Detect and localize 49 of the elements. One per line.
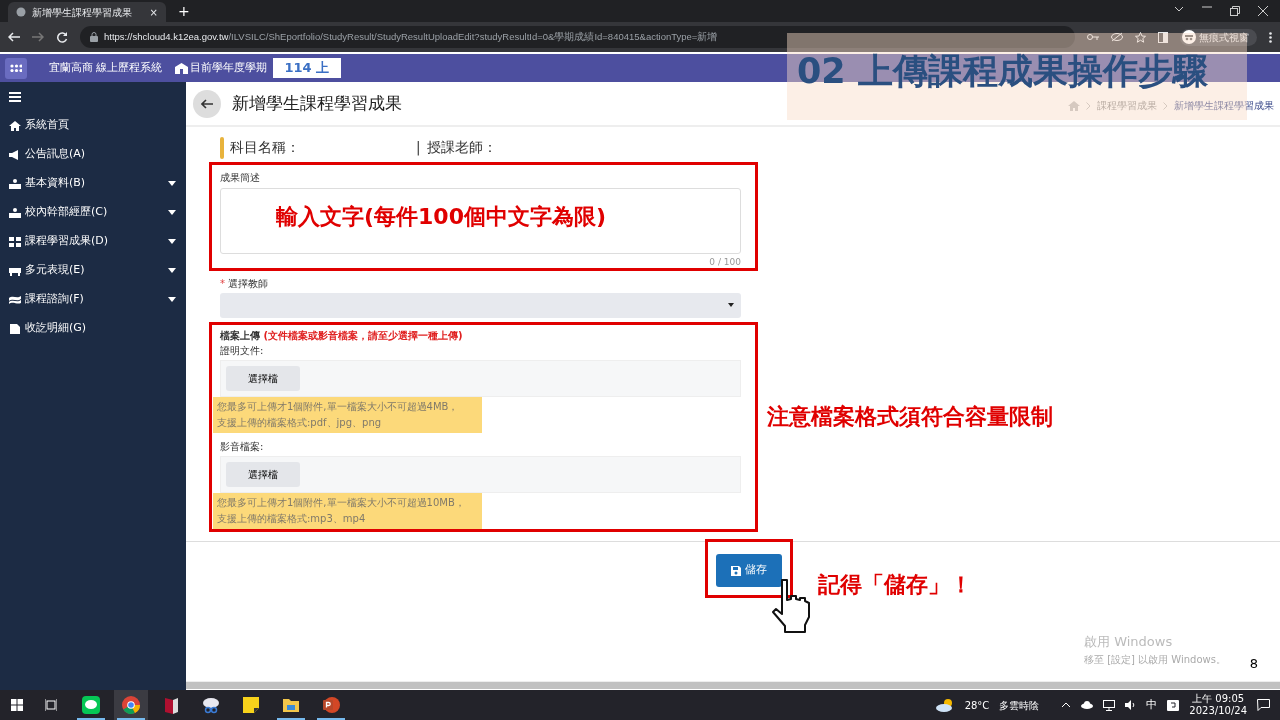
format-hint: 支援上傳的檔案格式:pdf、jpg、png bbox=[217, 416, 383, 430]
new-tab-button[interactable]: + bbox=[178, 0, 190, 22]
address-bar[interactable]: https://shcloud4.k12ea.gov.tw/ILVSILC/ShEportfolio/StudyResult/StudyResultUploadEdit?studyResultId=0&學期成績Id=840415&actionType=新增 bbox=[80, 26, 1075, 48]
annotation-text: 記得「儲存」！ bbox=[818, 571, 972, 599]
sidebar-item[interactable]: 課程學習成果(D) bbox=[0, 227, 186, 256]
file-input[interactable]: 選擇檔 bbox=[220, 456, 741, 493]
sidebar-item[interactable]: 課程諮詢(F) bbox=[0, 285, 186, 314]
upload-label: 檔案上傳 (文件檔案或影音檔案，請至少選擇一種上傳) bbox=[220, 329, 464, 343]
choose-file-button[interactable]: 選擇檔 bbox=[226, 462, 300, 487]
breadcrumb-current: 新增學生課程學習成果 bbox=[1174, 99, 1274, 113]
format-hint: 支援上傳的檔案格式:mp3、mp4 bbox=[217, 512, 367, 526]
clock[interactable]: 上午 09:05 2023/10/24 bbox=[1189, 693, 1247, 717]
field-label: 影音檔案: bbox=[220, 440, 265, 454]
subject-label: 科目名稱： bbox=[230, 138, 301, 158]
file-input[interactable]: 選擇檔 bbox=[220, 360, 741, 397]
sidebar-item[interactable]: 校內幹部經歷(C) bbox=[0, 198, 186, 227]
temperature[interactable]: 28°C bbox=[964, 697, 990, 713]
sidebar-item[interactable]: 多元表現(E) bbox=[0, 256, 186, 285]
upload-hint: 您最多可上傳才1個附件,單一檔案大小不可超過4MB， bbox=[217, 400, 460, 414]
annotation-text: 注意檔案格式須符合容量限制 bbox=[767, 403, 1053, 431]
required-mark: * bbox=[220, 277, 225, 291]
slide-title: 02 上傳課程成果操作步驟 bbox=[797, 51, 1208, 91]
sidebar-item[interactable]: 基本資料(B) bbox=[0, 169, 186, 198]
activation-title: 啟用 Windows bbox=[1084, 633, 1174, 651]
annotation-text: 輸入文字(每件100個中文字為限) bbox=[276, 203, 607, 231]
save-button[interactable]: 儲存 bbox=[716, 554, 782, 587]
term-value: 114 上 bbox=[272, 58, 342, 78]
upload-hint: 您最多可上傳才1個附件,單一檔案大小不可超過10MB， bbox=[217, 496, 466, 510]
field-label: 成果簡述 bbox=[220, 171, 261, 185]
slide-number: 8 bbox=[1249, 655, 1258, 673]
page-title: 新增學生課程學習成果 bbox=[232, 91, 402, 115]
url-text: https://shcloud4.k12ea.gov.tw/ILVSILC/ShEportfolio/StudyResult/StudyResultUploadEdit?studyResultId=0&學期成績Id=840415&actionType=新增 bbox=[104, 29, 718, 44]
separator-text: | bbox=[416, 138, 421, 158]
field-label: 選擇教師 bbox=[228, 277, 268, 291]
weather-text[interactable]: 多雲時陰 bbox=[999, 697, 1040, 713]
input-method[interactable]: 中 bbox=[1146, 696, 1158, 714]
teacher-label: 授課老師： bbox=[426, 138, 497, 158]
tab-title: 新增學生課程學習成果 bbox=[32, 5, 133, 20]
site-name: 宜蘭高商 線上歷程系統 bbox=[49, 59, 163, 76]
character-counter: 0 / 100 bbox=[708, 257, 741, 268]
sidebar-item[interactable]: 公告訊息(A) bbox=[0, 140, 186, 169]
choose-file-button[interactable]: 選擇檔 bbox=[226, 366, 300, 391]
field-label: 證明文件: bbox=[220, 344, 265, 358]
activation-text: 移至 [設定] 以啟用 Windows。 bbox=[1084, 652, 1226, 667]
sidebar-item[interactable]: 系統首頁 bbox=[0, 111, 186, 140]
sidebar-item[interactable]: 收訖明細(G) bbox=[0, 314, 186, 343]
browser-tab[interactable]: 新增學生課程學習成果 × bbox=[8, 2, 166, 22]
term-label: 目前學年度學期 bbox=[189, 59, 267, 76]
close-button[interactable]: × bbox=[149, 4, 158, 20]
